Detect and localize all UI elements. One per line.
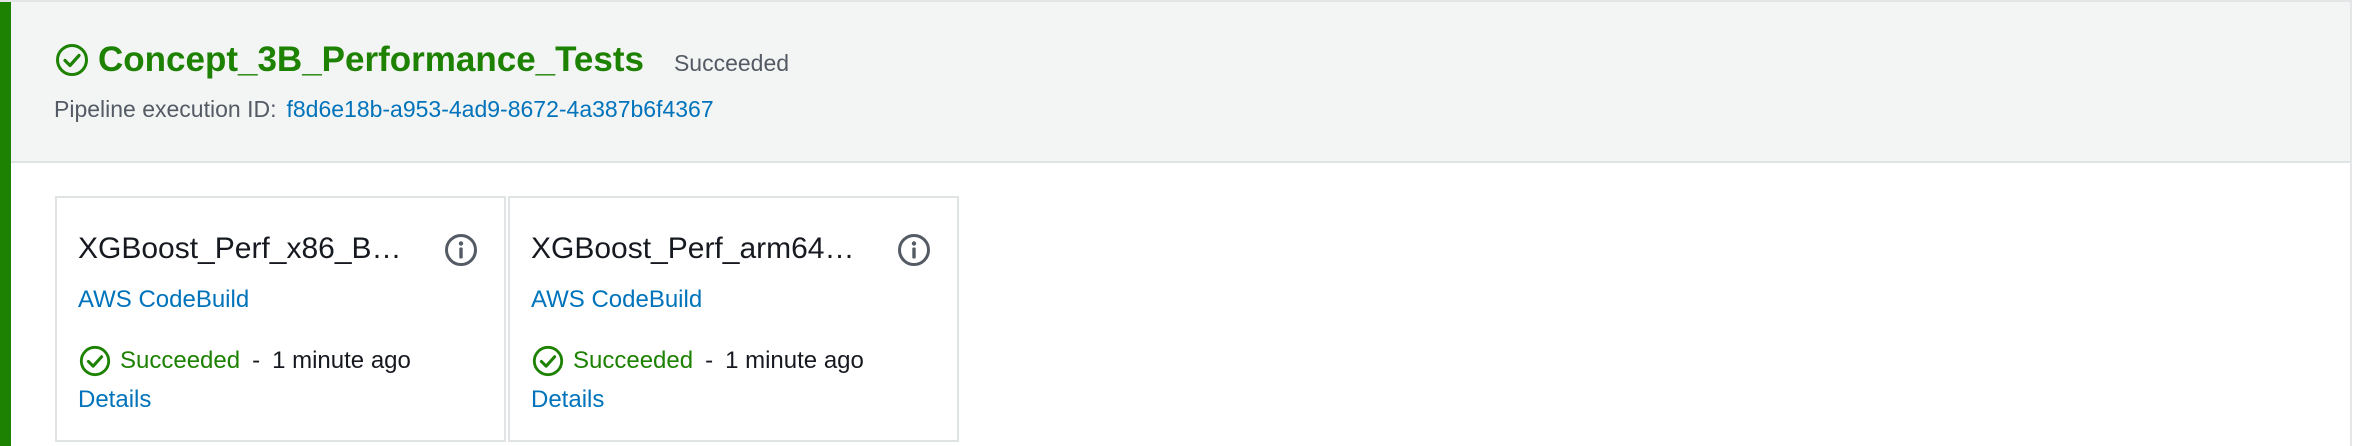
action-provider-link[interactable]: AWS CodeBuild xyxy=(78,286,249,314)
stage-header: Concept_3B_Performance_Tests Succeeded P… xyxy=(11,2,2350,163)
check-circle-icon xyxy=(56,44,88,76)
action-card: XGBoost_Perf_arm64_Build AWS CodeBuild S… xyxy=(508,196,959,442)
action-card: XGBoost_Perf_x86_Build AWS CodeBuild Suc… xyxy=(55,196,506,442)
info-circle-icon[interactable] xyxy=(896,232,932,268)
action-status: Succeeded xyxy=(573,347,694,374)
action-status: Succeeded xyxy=(120,347,241,374)
action-time: 1 minute ago xyxy=(272,347,411,374)
check-circle-icon xyxy=(79,345,111,377)
check-circle-icon xyxy=(532,345,564,377)
execution-id-link[interactable]: f8d6e18b-a953-4ad9-8672-4a387b6f4367 xyxy=(286,96,713,123)
status-separator: - xyxy=(252,347,261,374)
action-status-row: Succeeded - 1 minute ago xyxy=(78,344,411,378)
action-provider-link[interactable]: AWS CodeBuild xyxy=(531,286,702,314)
stage-status: Succeeded xyxy=(673,49,790,76)
stage-actions: XGBoost_Perf_x86_Build AWS CodeBuild Suc… xyxy=(55,196,959,442)
action-name: XGBoost_Perf_x86_Build xyxy=(78,232,418,265)
execution-id-row: Pipeline execution ID: f8d6e18b-a953-4ad… xyxy=(54,96,714,123)
action-status-row: Succeeded - 1 minute ago xyxy=(531,344,864,378)
action-time: 1 minute ago xyxy=(725,347,864,374)
status-separator: - xyxy=(705,347,714,374)
action-name: XGBoost_Perf_arm64_Build xyxy=(531,232,871,265)
action-details-link[interactable]: Details xyxy=(78,386,151,414)
stage-success-accent-bar xyxy=(0,2,11,446)
stage-title: Concept_3B_Performance_Tests xyxy=(98,40,644,79)
info-circle-icon[interactable] xyxy=(443,232,479,268)
action-details-link[interactable]: Details xyxy=(531,386,604,414)
stage-title-row: Concept_3B_Performance_Tests Succeeded xyxy=(54,40,789,80)
execution-id-label: Pipeline execution ID: xyxy=(54,96,277,122)
pipeline-stage: Concept_3B_Performance_Tests Succeeded P… xyxy=(0,0,2352,446)
